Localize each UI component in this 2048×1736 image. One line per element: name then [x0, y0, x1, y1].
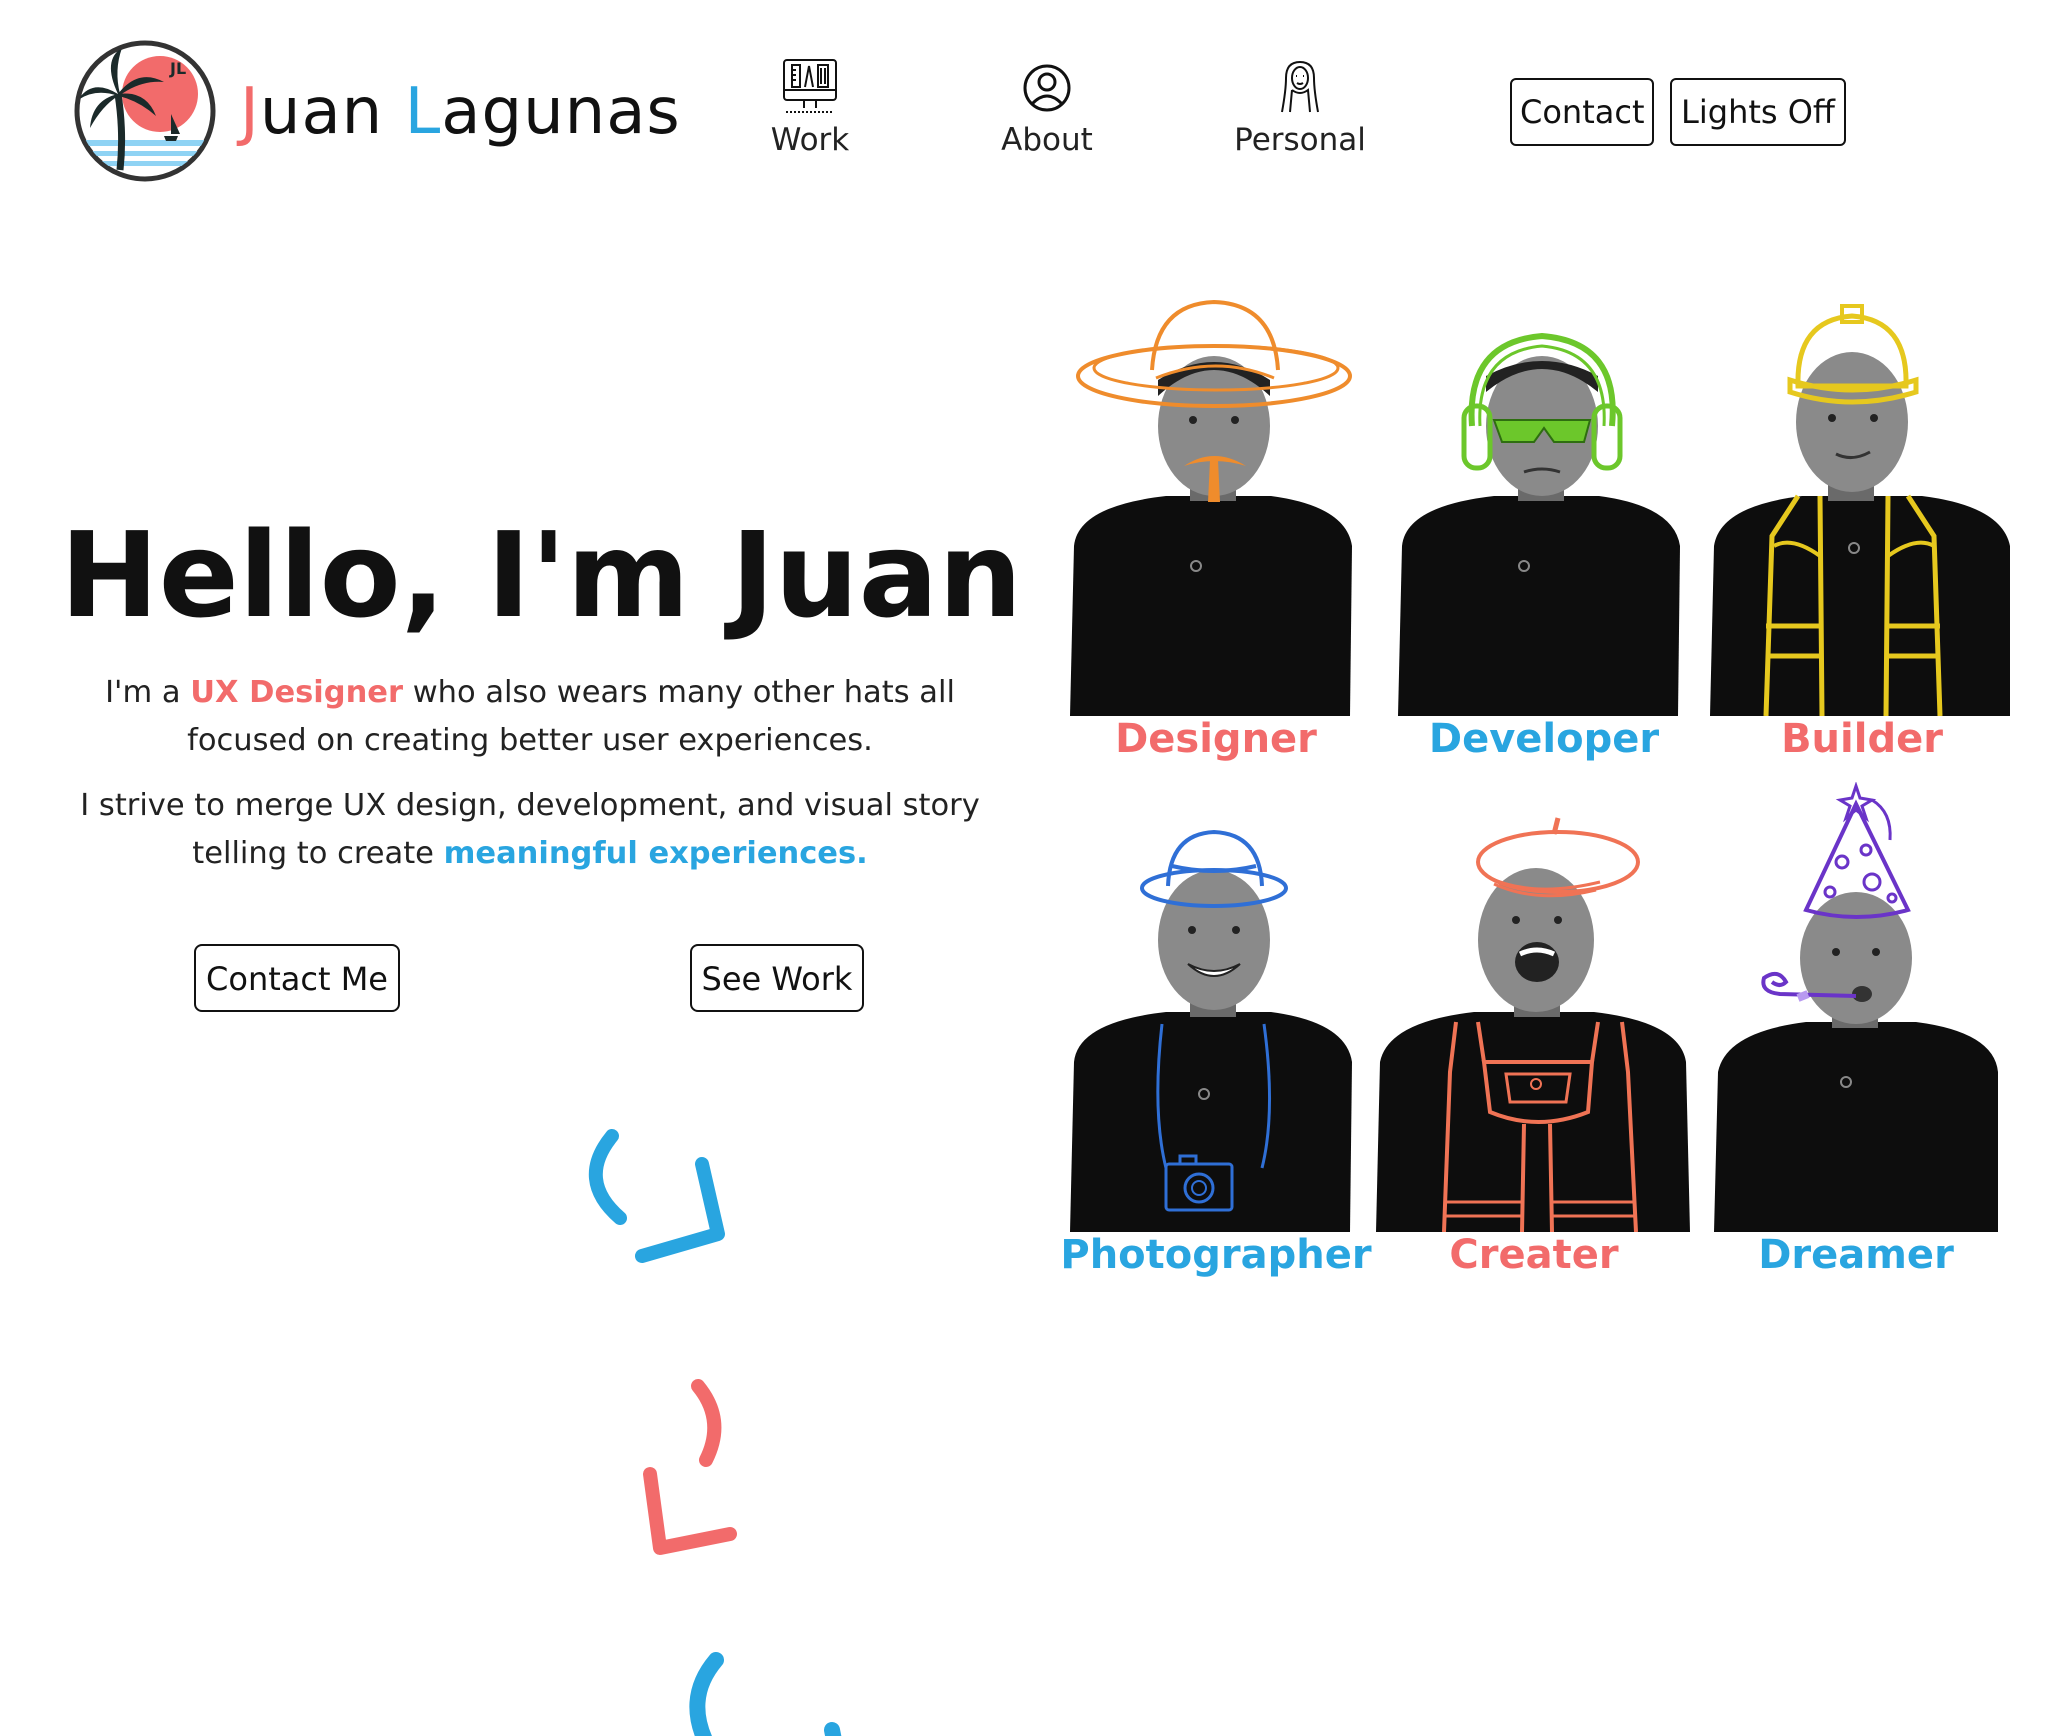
- logo-monogram: JL: [169, 59, 186, 78]
- persona-builder[interactable]: Builder: [1702, 296, 2022, 766]
- user-circle-icon: [1023, 64, 1071, 112]
- creater-photo: [1376, 817, 1690, 1232]
- persona-label: Builder: [1781, 716, 1943, 762]
- scroll-arrows-decoration: [588, 1129, 842, 1736]
- designer-photo: [1070, 299, 1352, 716]
- persona-designer[interactable]: Designer: [1056, 296, 1376, 766]
- persona-label: Photographer: [1060, 1232, 1372, 1278]
- meaningful-experiences-highlight: meaningful experiences.: [443, 836, 868, 871]
- red-curved-arrow-icon: [643, 1379, 737, 1555]
- nav-work-label: Work: [770, 122, 850, 158]
- blue-curved-arrow-icon: [588, 1129, 725, 1263]
- hero-intro-prefix: I'm a: [105, 675, 191, 710]
- persona-developer[interactable]: Developer: [1384, 296, 1704, 766]
- nav-personal[interactable]: Personal: [1220, 56, 1380, 166]
- persona-dreamer[interactable]: Dreamer: [1696, 782, 2016, 1282]
- see-work-button[interactable]: See Work: [690, 944, 864, 1012]
- hero-mission: I strive to merge UX design, development…: [60, 782, 1000, 878]
- persona-photographer[interactable]: Photographer: [1056, 812, 1376, 1282]
- ux-designer-highlight: UX Designer: [190, 675, 404, 710]
- dreamer-photo: [1714, 782, 1998, 1232]
- persona-label: Developer: [1428, 716, 1660, 762]
- blue-partial-arrow-icon: [689, 1652, 842, 1736]
- site-name[interactable]: Juan Lagunas: [240, 76, 681, 148]
- mona-lisa-portrait-icon: [1281, 61, 1319, 113]
- persona-label: Dreamer: [1758, 1232, 1954, 1278]
- photographer-photo: [1070, 829, 1352, 1232]
- palm-tree-logo-icon: JL: [74, 40, 216, 182]
- contact-button[interactable]: Contact: [1510, 78, 1654, 146]
- lights-off-toggle[interactable]: Lights Off: [1670, 78, 1846, 146]
- brand-last-rest: agunas: [441, 75, 681, 149]
- persona-label: Designer: [1115, 716, 1317, 762]
- brand-first-initial: J: [240, 75, 260, 149]
- persona-creater[interactable]: Creater: [1374, 812, 1694, 1282]
- persona-label: Creater: [1449, 1232, 1619, 1278]
- nav-work[interactable]: Work: [760, 56, 860, 166]
- design-tools-monitor-icon: [783, 59, 837, 113]
- nav-about[interactable]: About: [982, 56, 1112, 166]
- brand-first-rest: uan: [259, 75, 384, 149]
- contact-me-button[interactable]: Contact Me: [194, 944, 400, 1012]
- hero-title: Hello, I'm Juan: [60, 506, 1023, 644]
- builder-photo: [1710, 304, 2010, 716]
- developer-photo: [1398, 332, 1680, 716]
- brand-last-initial: L: [404, 75, 442, 149]
- site-logo[interactable]: JL: [72, 38, 218, 184]
- hero-intro: I'm a UX Designer who also wears many ot…: [60, 669, 1000, 765]
- nav-about-label: About: [1001, 122, 1093, 158]
- nav-personal-label: Personal: [1234, 122, 1366, 158]
